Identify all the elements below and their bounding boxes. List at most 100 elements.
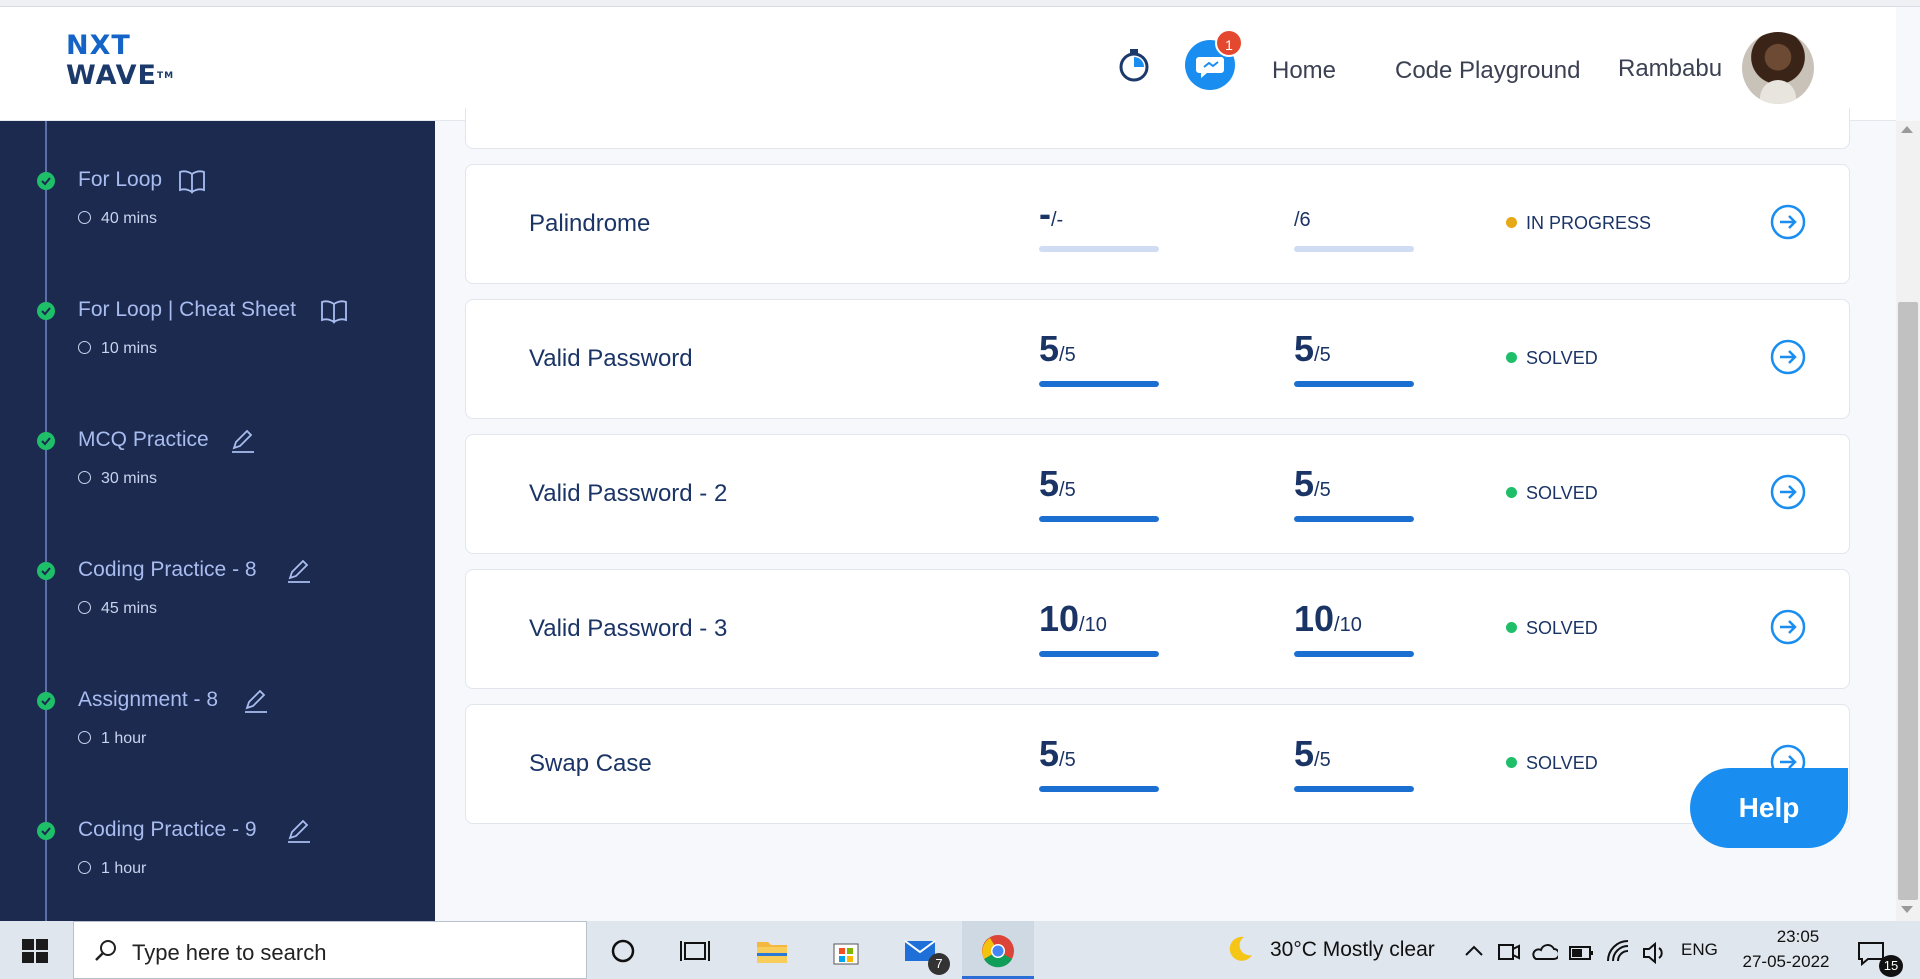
sidebar-item[interactable]: MCQ Practice 30 mins: [0, 386, 435, 487]
score-progress-bar: [1039, 651, 1159, 657]
clock-date[interactable]: 27-05-2022: [1736, 952, 1836, 972]
status-text: SOLVED: [1526, 483, 1598, 503]
question-title[interactable]: Valid Password: [529, 345, 693, 373]
weather-text[interactable]: 30°C Mostly clear: [1270, 938, 1435, 962]
chrome-icon[interactable]: [980, 933, 1016, 969]
question-row[interactable]: Palindrome -/- /6 IN PROGRESS: [465, 164, 1850, 284]
microsoft-store-icon[interactable]: [828, 933, 864, 969]
clock-icon: [78, 471, 91, 484]
camera-icon[interactable]: [1496, 935, 1522, 971]
score-progress-bar: [1294, 246, 1414, 252]
score-total: /6: [1294, 209, 1311, 231]
score-progress-bar: [1039, 381, 1159, 387]
language-indicator[interactable]: ENG: [1681, 940, 1718, 960]
sidebar-item-title: For Loop | Cheat Sheet: [78, 298, 296, 321]
sidebar-item-duration-text: 1 hour: [101, 860, 147, 877]
search-icon: [95, 940, 116, 961]
question-title[interactable]: Valid Password - 2: [529, 480, 727, 508]
score-progress-bar: [1294, 786, 1414, 792]
status-text: IN PROGRESS: [1526, 213, 1652, 233]
sidebar-item-duration-text: 30 mins: [101, 470, 158, 487]
windows-start-icon[interactable]: [22, 939, 48, 963]
score-progress-bar: [1039, 786, 1159, 792]
help-button[interactable]: Help: [1690, 768, 1848, 848]
nav-code-playground-link[interactable]: Code Playground: [1395, 57, 1580, 85]
course-sidebar: For Loop 40 mins For Loop | Cheat Sheet 10 …: [0, 121, 435, 921]
score-display: 5/5: [1039, 463, 1159, 523]
scrollbar-thumb[interactable]: [1898, 302, 1918, 900]
score-display: -/-: [1039, 193, 1159, 253]
notification-badge: 1: [1215, 29, 1243, 57]
score-value: 5: [1039, 733, 1060, 774]
score-total: /10: [1334, 614, 1362, 636]
wifi-icon[interactable]: [1604, 935, 1632, 971]
check-circle-icon: [37, 432, 55, 450]
sidebar-item[interactable]: For Loop 40 mins: [0, 126, 435, 227]
score-total: /5: [1314, 479, 1331, 501]
score-display: 5/5: [1294, 328, 1414, 388]
logo-line2: WAVE: [66, 60, 157, 91]
user-name[interactable]: Rambabu: [1618, 55, 1722, 83]
stopwatch-icon[interactable]: [1114, 45, 1154, 85]
score-display: 10/10: [1294, 598, 1414, 658]
question-row[interactable]: Valid Password - 2 5/5 5/5 SOLVED: [465, 434, 1850, 554]
question-row[interactable]: Swap Case 5/5 5/5 SOLVED: [465, 704, 1850, 824]
status-dot: [1506, 487, 1517, 498]
sidebar-item-duration-text: 45 mins: [101, 600, 158, 617]
status-dot: [1506, 622, 1517, 633]
battery-icon[interactable]: [1568, 935, 1594, 971]
arrow-right-circle-icon[interactable]: [1769, 608, 1807, 646]
sidebar-item-title: Assignment - 8: [78, 688, 219, 711]
score-value: 5: [1294, 733, 1315, 774]
scroll-down-arrow[interactable]: [1901, 906, 1913, 913]
chevron-up-icon[interactable]: [1462, 935, 1486, 971]
arrow-right-circle-icon[interactable]: [1769, 203, 1807, 241]
file-explorer-icon[interactable]: [754, 933, 790, 969]
score-progress-bar: [1039, 246, 1159, 252]
nxtwave-logo[interactable]: NXT WAVETM: [66, 31, 196, 101]
score-value: 5: [1294, 463, 1315, 504]
check-circle-icon: [37, 562, 55, 580]
sidebar-item-duration-text: 1 hour: [101, 730, 147, 747]
question-row[interactable]: Valid Password - 3 10/10 10/10 SOLVED: [465, 569, 1850, 689]
sidebar-item[interactable]: Coding Practice - 8 45 mins: [0, 516, 435, 617]
score-total: /5: [1059, 344, 1076, 366]
score-total: /-: [1051, 209, 1064, 231]
question-title[interactable]: Valid Password - 3: [529, 615, 727, 643]
arrow-right-circle-icon[interactable]: [1769, 338, 1807, 376]
score-value: 10: [1294, 598, 1335, 639]
sidebar-item[interactable]: Coding Practice - 9 1 hour: [0, 776, 435, 877]
onedrive-icon[interactable]: [1530, 935, 1558, 971]
moon-weather-icon[interactable]: [1222, 931, 1258, 967]
cortana-icon[interactable]: [605, 933, 641, 969]
score-total: /5: [1314, 749, 1331, 771]
status-dot: [1506, 352, 1517, 363]
question-title[interactable]: Palindrome: [529, 210, 650, 238]
sidebar-item-duration: 1 hour: [78, 860, 146, 878]
book-icon: [178, 168, 206, 194]
volume-icon[interactable]: [1640, 935, 1668, 971]
clock-icon: [78, 861, 91, 874]
scroll-up-arrow[interactable]: [1901, 126, 1913, 133]
taskbar-search-box[interactable]: Type here to search: [73, 921, 587, 979]
sidebar-item[interactable]: For Loop | Cheat Sheet 10 mins: [0, 256, 435, 357]
mail-count-badge: 7: [928, 953, 950, 975]
score-value: 5: [1039, 328, 1060, 369]
score-total: /5: [1059, 749, 1076, 771]
score-total: /5: [1059, 479, 1076, 501]
sidebar-item-duration: 10 mins: [78, 340, 157, 358]
arrow-right-circle-icon[interactable]: [1769, 473, 1807, 511]
sidebar-item[interactable]: Assignment - 8 1 hour: [0, 646, 435, 747]
score-display: 5/5: [1039, 328, 1159, 388]
avatar[interactable]: [1742, 32, 1814, 104]
sidebar-item-duration: 30 mins: [78, 470, 157, 488]
score-value: -: [1039, 193, 1051, 234]
pencil-icon: [229, 428, 257, 454]
question-title[interactable]: Swap Case: [529, 750, 652, 778]
question-row[interactable]: Valid Password 5/5 5/5 SOLVED: [465, 299, 1850, 419]
clock-time[interactable]: 23:05: [1758, 927, 1838, 947]
nav-home-link[interactable]: Home: [1272, 57, 1336, 85]
score-progress-bar: [1294, 516, 1414, 522]
task-view-icon[interactable]: [677, 933, 713, 969]
status-dot: [1506, 217, 1517, 228]
